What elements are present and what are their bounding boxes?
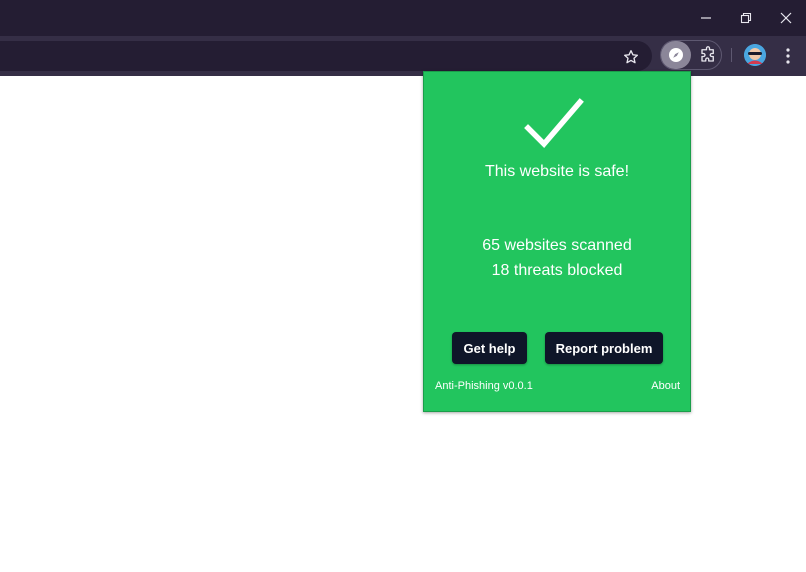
- more-vert-icon: [786, 48, 790, 64]
- restore-button[interactable]: [726, 0, 766, 36]
- extension-popup: This website is safe! 65 websites scanne…: [423, 71, 691, 412]
- close-icon: [780, 12, 792, 24]
- threats-blocked-count: 18 threats blocked: [491, 262, 623, 279]
- star-icon: [624, 50, 638, 64]
- profile-avatar[interactable]: [744, 44, 766, 66]
- version-label: Anti-Phishing v0.0.1: [435, 380, 533, 392]
- report-problem-button[interactable]: Report problem: [545, 332, 663, 364]
- close-button[interactable]: [766, 0, 806, 36]
- bookmark-star-button[interactable]: [620, 46, 642, 68]
- restore-icon: [740, 12, 752, 24]
- safety-status: This website is safe!: [484, 163, 630, 180]
- toolbar-separator: [731, 48, 732, 62]
- about-link[interactable]: About: [651, 380, 680, 392]
- anti-phishing-extension-button[interactable]: [661, 41, 691, 69]
- minimize-icon: [701, 17, 711, 19]
- checkmark-icon: [524, 98, 584, 149]
- browser-menu-button[interactable]: [778, 45, 798, 67]
- compass-icon: [669, 48, 683, 62]
- extensions-button[interactable]: [697, 44, 719, 66]
- title-bar: [0, 0, 806, 36]
- minimize-button[interactable]: [686, 0, 726, 36]
- profile-avatar-icon: [744, 44, 766, 66]
- get-help-button[interactable]: Get help: [452, 332, 527, 364]
- address-bar[interactable]: [0, 41, 652, 71]
- puzzle-icon: [701, 46, 714, 62]
- websites-scanned-count: 65 websites scanned: [482, 237, 632, 254]
